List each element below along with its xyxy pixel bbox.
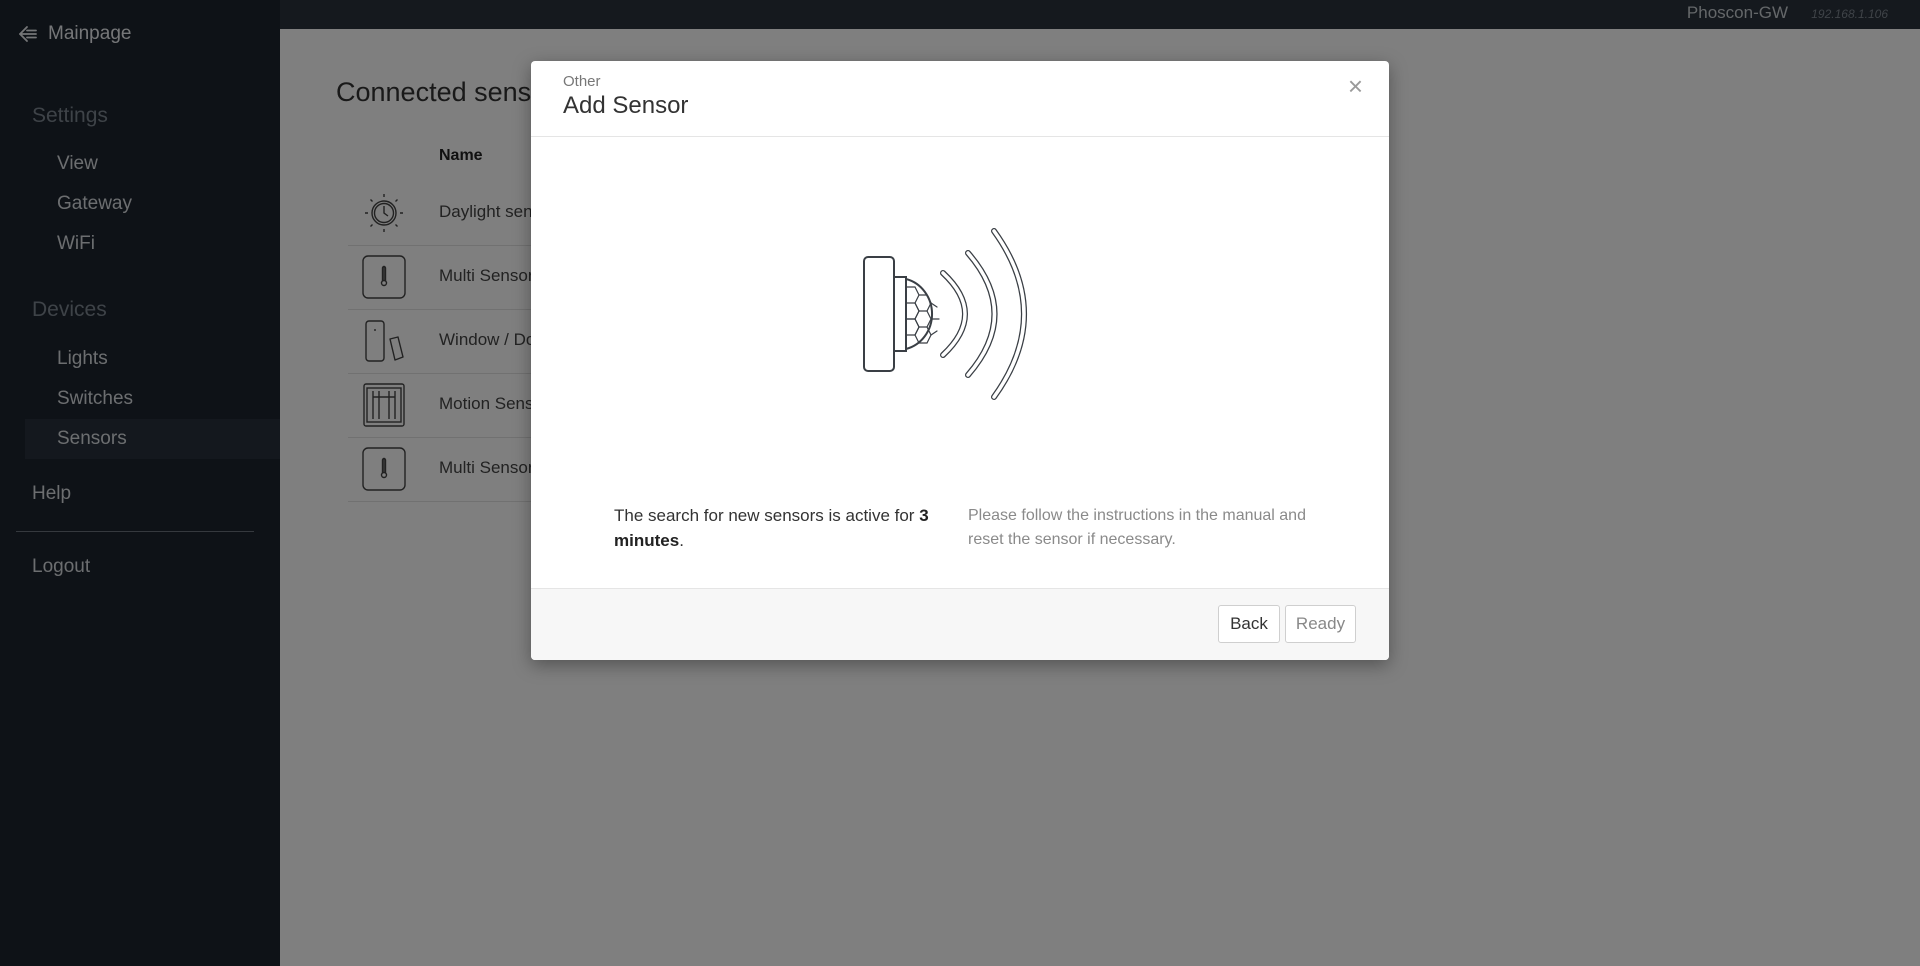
search-status-text: The search for new sensors is active for… — [614, 503, 934, 553]
motion-sensor-signal-icon — [859, 217, 1059, 417]
back-button[interactable]: Back — [1218, 605, 1280, 643]
close-icon[interactable]: × — [1348, 73, 1363, 99]
search-text-prefix: The search for new sensors is active for — [614, 506, 915, 525]
dialog-title: Add Sensor — [563, 92, 689, 119]
instructions-text: Please follow the instructions in the ma… — [968, 507, 1306, 548]
ready-button[interactable]: Ready — [1285, 605, 1356, 643]
dialog-subtitle: Other — [563, 73, 601, 90]
add-sensor-dialog: Other Add Sensor × The search for new se… — [531, 61, 1389, 660]
search-text-suffix: . — [679, 531, 684, 550]
dialog-header: Other Add Sensor × — [531, 61, 1389, 137]
dialog-footer: Back Ready — [531, 588, 1389, 660]
